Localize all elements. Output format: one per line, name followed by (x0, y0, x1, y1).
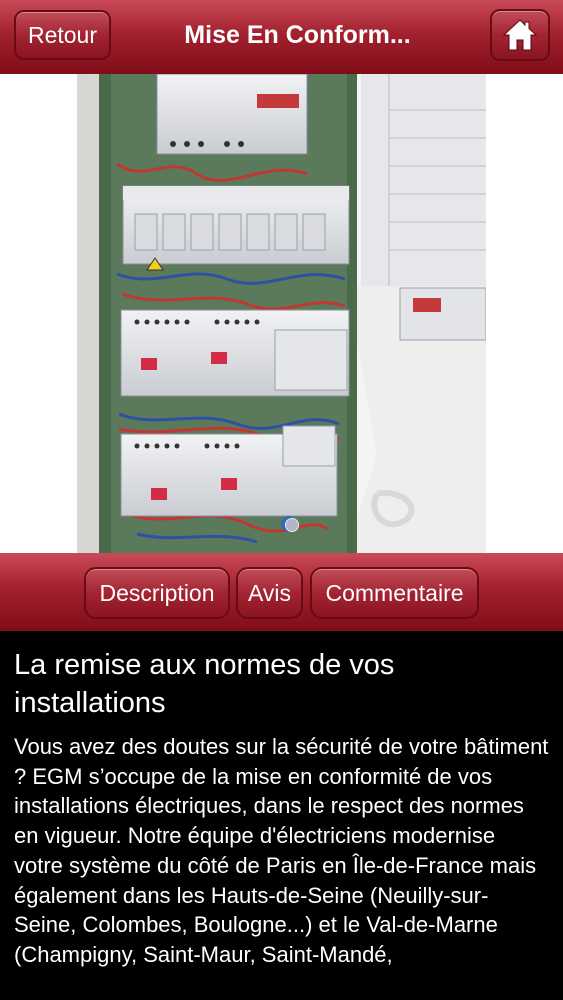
tab-bar: Description Avis Commentaire (0, 553, 563, 631)
page-title: Mise En Conform... (184, 20, 411, 49)
tab-commentaire[interactable]: Commentaire (310, 567, 479, 619)
page-dot-icon[interactable] (285, 518, 299, 532)
electrical-panel-photo (77, 74, 486, 553)
tab-description[interactable]: Description (84, 567, 230, 619)
top-bar: Retour Mise En Conform... (0, 0, 563, 75)
back-button[interactable]: Retour (14, 10, 111, 60)
description-content: La remise aux normes de vos installation… (14, 646, 550, 970)
image-gallery[interactable] (0, 74, 563, 553)
home-button[interactable] (490, 9, 550, 61)
description-text: Vous avez des doutes sur la sécurité de … (14, 734, 549, 967)
tab-avis[interactable]: Avis (236, 567, 303, 619)
home-icon (502, 19, 538, 51)
section-heading: La remise aux normes de vos installation… (14, 649, 395, 719)
